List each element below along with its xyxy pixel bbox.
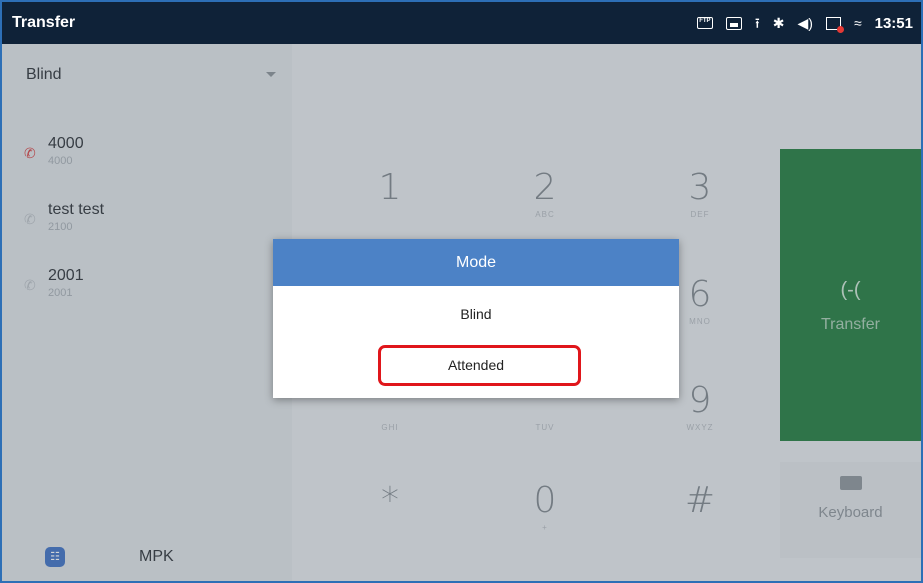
recording-icon (825, 16, 844, 33)
image-icon (725, 16, 742, 30)
dialog-title: Mode (273, 239, 679, 286)
screen-frame: Transfer FTP ⭱ ✱ ◀︎) ≈ 13:51 Blind ✆ 400… (0, 0, 923, 583)
attended-highlight-box (378, 345, 581, 386)
upload-icon: ⭱ (754, 15, 760, 31)
clock: 13:51 (874, 14, 913, 32)
status-icons: FTP ⭱ ✱ ◀︎) ≈ 13:51 (696, 14, 913, 33)
bluetooth-icon: ✱ (772, 15, 785, 31)
screen-title: Transfer (12, 14, 76, 31)
ftp-icon: FTP (696, 17, 713, 29)
volume-icon: ◀︎) (797, 15, 813, 31)
option-blind[interactable]: Blind (273, 286, 679, 342)
wifi-icon: ≈ (853, 15, 862, 31)
status-bar: Transfer FTP ⭱ ✱ ◀︎) ≈ 13:51 (2, 2, 921, 44)
